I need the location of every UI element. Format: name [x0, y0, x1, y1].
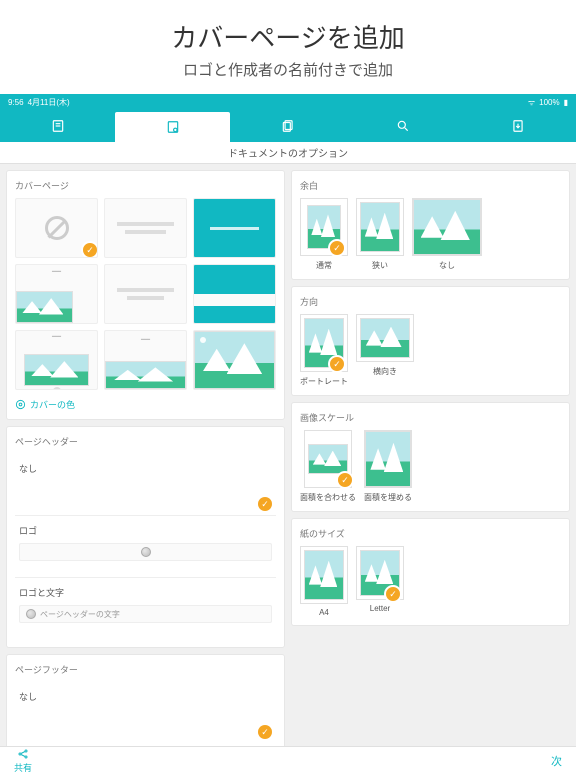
promo-title: カバーページを追加	[0, 18, 576, 55]
page-footer-title: ページフッター	[15, 663, 276, 676]
cover-option-text[interactable]	[104, 198, 187, 258]
paper-a4[interactable]: A4	[300, 546, 348, 617]
header-option-logo-text[interactable]: ロゴと文字 ページヘッダーの文字	[15, 578, 276, 639]
margin-narrow[interactable]: 狭い	[356, 198, 404, 271]
cover-option-teal[interactable]	[193, 198, 276, 258]
promo-subtitle: ロゴと作成者の名前付きで追加	[0, 59, 576, 80]
page-header-title: ページヘッダー	[15, 435, 276, 448]
wifi-icon: ᯤ	[528, 97, 535, 108]
cover-option-image-top[interactable]: ━━━	[15, 330, 98, 390]
cover-page-card: カバーページ ━━━ ━━━	[6, 170, 285, 420]
paper-letter[interactable]: Letter	[356, 546, 404, 617]
header-logotext-label: ロゴと文字	[19, 586, 272, 599]
device-frame: 9:56 4月11日(木) ᯤ 100% ▮ ドキュメントのオプション	[0, 94, 576, 774]
header-option-none[interactable]: なし	[15, 454, 276, 516]
cover-option-image-bottom[interactable]: ━━━	[15, 264, 98, 324]
promo-header: カバーページを追加 ロゴと作成者の名前付きで追加	[0, 0, 576, 94]
logo-icon	[26, 609, 36, 619]
subheader: ドキュメントのオプション	[0, 142, 576, 164]
top-tabbar	[0, 110, 576, 142]
content-area: カバーページ ━━━ ━━━	[0, 164, 576, 746]
paper-size-title: 紙のサイズ	[300, 527, 561, 540]
margin-title: 余白	[300, 179, 561, 192]
cover-color-label: カバーの色	[30, 398, 75, 411]
bottom-bar: 共有 次	[0, 746, 576, 774]
cover-color-link[interactable]: カバーの色	[15, 398, 276, 411]
margin-normal[interactable]: 通常	[300, 198, 348, 271]
status-time: 9:56	[8, 98, 24, 107]
cover-option-image-full[interactable]	[193, 330, 276, 390]
subheader-title: ドキュメントのオプション	[228, 145, 348, 160]
orientation-card: 方向 ポートレート 横向き	[291, 286, 570, 396]
margin-card: 余白 通常 狭い なし	[291, 170, 570, 280]
page-header-card: ページヘッダー なし ロゴ ロゴと文字 ページヘッダーの文字	[6, 426, 285, 648]
orientation-landscape[interactable]: 横向き	[356, 314, 414, 387]
header-none-label: なし	[19, 462, 272, 475]
scale-fill[interactable]: 面積を埋める	[364, 430, 412, 503]
tab-search[interactable]	[346, 110, 461, 142]
cover-option-none[interactable]	[15, 198, 98, 258]
header-logo-label: ロゴ	[19, 524, 272, 537]
cover-option-teal-half[interactable]	[193, 264, 276, 324]
footer-option-none[interactable]: なし	[15, 682, 276, 743]
paper-size-card: 紙のサイズ A4 Letter	[291, 518, 570, 626]
header-placeholder: ページヘッダーの文字	[40, 609, 120, 620]
cover-option-image-half[interactable]: ━━━	[104, 330, 187, 390]
tab-templates[interactable]	[0, 110, 115, 142]
cover-title: カバーページ	[15, 179, 276, 192]
footer-none-label: なし	[19, 690, 272, 703]
header-option-logo[interactable]: ロゴ	[15, 516, 276, 578]
battery-pct: 100%	[539, 98, 559, 107]
image-scale-card: 画像スケール 面積を合わせる 面積を埋める	[291, 402, 570, 512]
image-scale-title: 画像スケール	[300, 411, 561, 424]
orientation-portrait[interactable]: ポートレート	[300, 314, 348, 387]
page-footer-card: ページフッター なし	[6, 654, 285, 746]
cover-option-text2[interactable]	[104, 264, 187, 324]
share-button[interactable]: 共有	[14, 748, 32, 774]
tab-document-options[interactable]	[115, 112, 230, 142]
tab-export[interactable]	[461, 110, 576, 142]
margin-none[interactable]: なし	[412, 198, 482, 271]
orientation-title: 方向	[300, 295, 561, 308]
scale-fit[interactable]: 面積を合わせる	[300, 430, 356, 503]
status-date: 4月11日(木)	[28, 97, 70, 108]
share-label: 共有	[14, 761, 32, 774]
tab-pages[interactable]	[230, 110, 345, 142]
battery-icon: ▮	[564, 98, 568, 107]
logo-icon	[141, 547, 151, 557]
status-bar: 9:56 4月11日(木) ᯤ 100% ▮	[0, 94, 576, 110]
next-button[interactable]: 次	[551, 753, 562, 769]
